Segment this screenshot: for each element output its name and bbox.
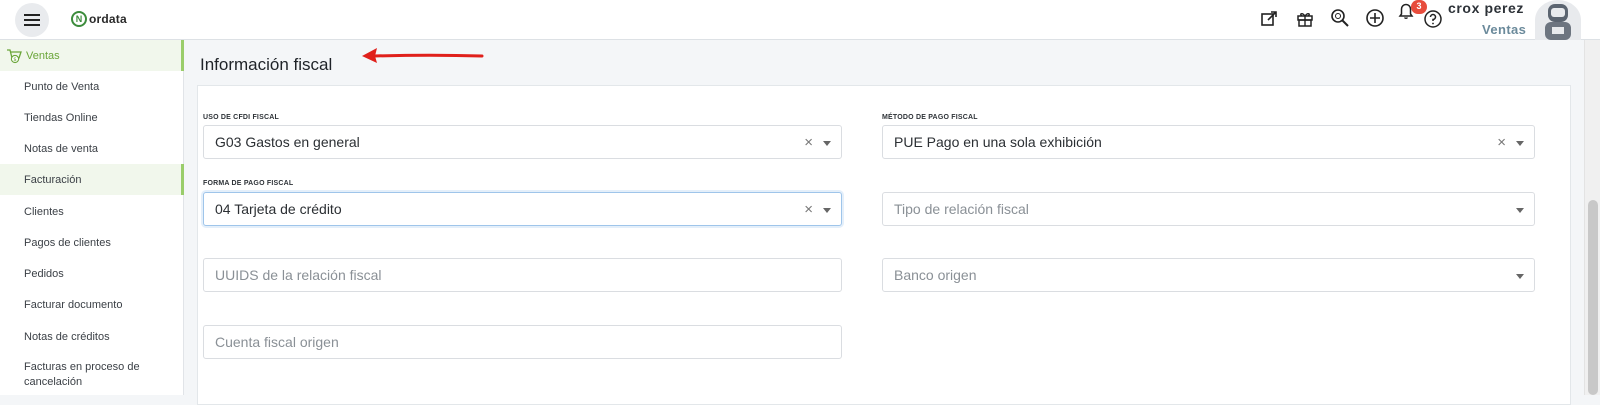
help-icon[interactable] [1422,8,1444,30]
metodo-pago-label: MÉTODO DE PAGO FISCAL [882,114,978,121]
app-logo[interactable]: N ordata [71,11,127,27]
menu-icon-bar [24,24,40,26]
sidebar-item-notas-de-creditos[interactable]: Notas de créditos [0,321,184,352]
banco-origen-placeholder: Banco origen [894,267,977,283]
tipo-relacion-placeholder: Tipo de relación fiscal [894,201,1029,217]
external-link-icon[interactable] [1258,8,1280,30]
top-bar: N ordata 3 crox perez Ventas [0,0,1600,40]
metodo-pago-select[interactable]: PUE Pago en una sola exhibición × [882,125,1535,159]
astronaut-avatar-icon [1545,4,1571,40]
forma-pago-label: FORMA DE PAGO FISCAL [203,180,294,187]
forma-pago-select[interactable]: 04 Tarjeta de crédito × [203,192,842,226]
cuenta-origen-placeholder: Cuenta fiscal origen [215,334,339,350]
sidebar: $ Ventas Punto de Venta Tiendas Online N… [0,40,184,395]
chevron-down-icon[interactable] [823,141,831,146]
sidebar-item-pagos-de-clientes[interactable]: Pagos de clientes [0,227,184,258]
uso-cfdi-value: G03 Gastos en general [215,134,360,150]
sidebar-item-tiendas-online[interactable]: Tiendas Online [0,102,184,133]
sidebar-item-facturas-en-proceso[interactable]: Facturas en proceso de cancelación [0,352,184,395]
clear-icon[interactable]: × [804,201,813,218]
main-content: Información fiscal USO DE CFDI FISCAL G0… [184,40,1584,405]
cuenta-origen-input[interactable]: Cuenta fiscal origen [203,325,842,359]
chevron-down-icon[interactable] [823,208,831,213]
user-role: Ventas [1482,22,1527,37]
banco-origen-select[interactable]: Banco origen [882,258,1535,292]
avatar[interactable] [1535,0,1581,40]
chevron-down-icon[interactable] [1516,274,1524,279]
chevron-down-icon[interactable] [1516,208,1524,213]
clear-icon[interactable]: × [804,134,813,151]
forma-pago-value: 04 Tarjeta de crédito [215,201,342,217]
sidebar-section-label: Ventas [26,49,60,62]
gift-icon[interactable] [1294,8,1316,30]
metodo-pago-value: PUE Pago en una sola exhibición [894,134,1102,150]
tipo-relacion-select[interactable]: Tipo de relación fiscal [882,192,1535,226]
hamburger-menu-button[interactable] [15,3,49,37]
sidebar-item-facturacion[interactable]: Facturación [0,164,184,195]
search-zoom-icon[interactable] [1329,7,1351,29]
logo-mark: N [71,11,87,27]
uuids-input[interactable]: UUIDS de la relación fiscal [203,258,842,292]
logo-text: ordata [89,12,127,26]
sidebar-section-ventas[interactable]: $ Ventas [0,40,184,71]
sidebar-item-punto-de-venta[interactable]: Punto de Venta [0,71,184,102]
plus-circle-icon[interactable] [1364,7,1386,29]
menu-icon [24,14,40,16]
chevron-down-icon[interactable] [1516,141,1524,146]
uso-cfdi-label: USO DE CFDI FISCAL [203,114,279,121]
sidebar-item-notas-de-venta[interactable]: Notas de venta [0,133,184,164]
user-name[interactable]: crox perez [1448,0,1524,16]
page-scrollbar[interactable] [1584,40,1600,395]
sidebar-item-clientes[interactable]: Clientes [0,196,184,227]
fiscal-info-card: USO DE CFDI FISCAL G03 Gastos en general… [197,85,1571,405]
sales-cart-icon: $ [7,48,22,63]
uuids-placeholder: UUIDS de la relación fiscal [215,267,382,283]
menu-icon-bar [24,19,40,21]
svg-text:$: $ [13,57,17,63]
uso-cfdi-select[interactable]: G03 Gastos en general × [203,125,842,159]
red-arrow-annotation-icon [362,48,484,63]
sidebar-item-pedidos[interactable]: Pedidos [0,258,184,289]
sidebar-item-facturar-documento[interactable]: Facturar documento [0,289,184,320]
page-title: Información fiscal [200,55,333,74]
scrollbar-thumb[interactable] [1588,200,1598,395]
clear-icon[interactable]: × [1497,134,1506,151]
